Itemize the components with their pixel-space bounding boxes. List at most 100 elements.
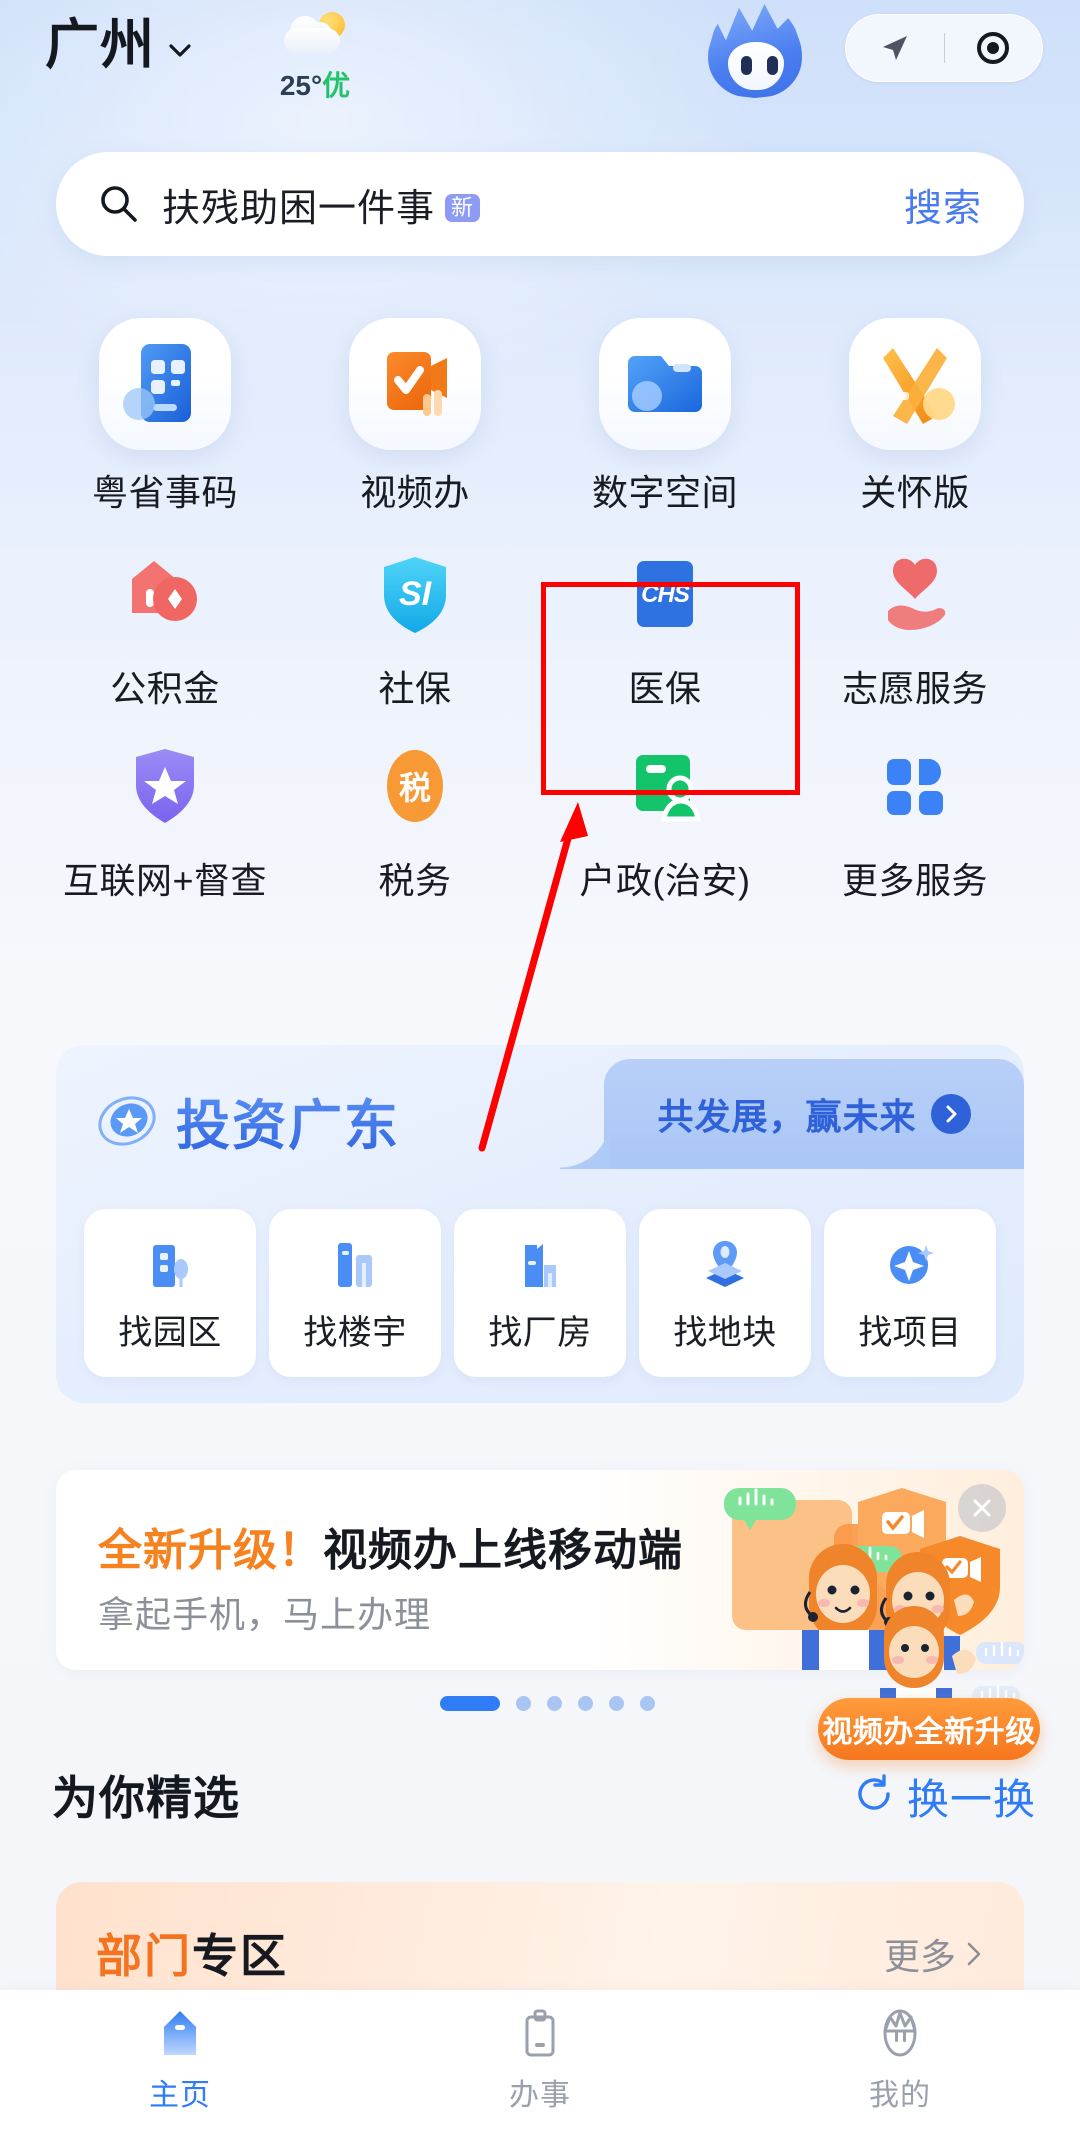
search-icon <box>98 183 140 225</box>
carousel-dot[interactable] <box>516 1696 531 1711</box>
service-item-supervision[interactable]: 互联网+督查 <box>40 738 290 904</box>
svg-text:CHS: CHS <box>641 581 690 608</box>
department-more-label: 更多 <box>883 1936 956 1977</box>
service-item-label: 税务 <box>378 860 452 901</box>
department-title-orange: 部门 <box>96 1930 192 1982</box>
invest-guangdong-card[interactable]: 共发展，赢未来 投资广东 找园区 找楼宇 找厂房 找地块 找项目 <box>56 1045 1024 1403</box>
tab-services[interactable]: 办事 <box>360 2004 720 2114</box>
invest-item-land[interactable]: 找地块 <box>639 1209 811 1377</box>
refresh-icon <box>853 1773 895 1820</box>
invest-title: 投资广东 <box>176 1081 400 1160</box>
digital-folder-icon <box>599 318 731 450</box>
invest-item-project[interactable]: 找项目 <box>824 1209 996 1377</box>
chs-medical-insurance-icon: CHS <box>617 546 713 642</box>
service-item-volunteer[interactable]: 志愿服务 <box>790 546 1040 712</box>
search-button[interactable]: 搜索 <box>904 177 982 232</box>
tab-profile[interactable]: 我的 <box>720 2004 1080 2114</box>
invest-tab-label: 共发展，赢未来 <box>657 1096 917 1137</box>
service-item-tax[interactable]: 税 税务 <box>290 738 540 904</box>
department-more-button[interactable]: 更多 <box>884 1928 984 1980</box>
close-icon[interactable] <box>958 1484 1006 1532</box>
service-item-label: 公积金 <box>110 668 220 709</box>
header: 广州 25°优 <box>0 0 1080 115</box>
promo-float-badge-label: 视频办全新升级 <box>822 1716 1036 1749</box>
carousel-dot[interactable] <box>640 1696 655 1711</box>
service-item-label: 医保 <box>628 668 702 709</box>
invest-item-label: 找厂房 <box>488 1313 592 1352</box>
city-name: 广州 <box>45 15 155 75</box>
mascot-avatar-icon[interactable] <box>700 2 810 110</box>
profile-mascot-icon <box>871 2004 929 2062</box>
invest-item-factory[interactable]: 找厂房 <box>454 1209 626 1377</box>
office-tower-icon <box>324 1233 386 1295</box>
service-grid-row-3: 互联网+督查 税 税务 户政(治安) 更多服务 <box>40 738 1040 904</box>
service-item-label: 互联网+督查 <box>62 860 268 901</box>
service-item-careversion[interactable]: 关怀版 <box>790 318 1040 520</box>
home-icon <box>151 2004 209 2062</box>
chevron-right-icon <box>967 1942 981 1966</box>
park-building-icon <box>139 1233 201 1295</box>
page-section-title: 为你精选 <box>52 1772 240 1824</box>
refresh-label: 换一换 <box>906 1776 1036 1823</box>
bottom-tab-bar: 主页 办事 我的 <box>0 1990 1080 2142</box>
carousel-dot-active[interactable] <box>440 1696 500 1711</box>
service-grid-row-2: 公积金 SI 社保 CHS 医保 志愿服务 <box>40 546 1040 712</box>
promo-subtitle: 拿起手机，马上办理 <box>98 1594 432 1635</box>
invest-items: 找园区 找楼宇 找厂房 找地块 找项目 <box>84 1209 996 1377</box>
service-item-label: 户政(治安) <box>579 860 751 901</box>
svg-text:税: 税 <box>399 770 431 806</box>
weather-widget[interactable]: 25°优 <box>255 10 375 104</box>
refresh-button[interactable]: 换一换 <box>853 1766 1036 1827</box>
service-item-household[interactable]: 户政(治安) <box>540 738 790 904</box>
chevron-right-circle-icon <box>930 1094 971 1134</box>
service-grid: 粤省事码 视频办 数字空间 关怀版 公积金 SI 社保 CHS 医保 志愿服务 … <box>40 318 1040 904</box>
clipboard-icon <box>511 2004 569 2062</box>
city-selector[interactable]: 广州 <box>45 18 193 72</box>
search-input[interactable]: 扶残助困一件事新 <box>162 177 481 232</box>
service-item-label: 视频办 <box>360 472 470 513</box>
navigate-arrow-icon[interactable] <box>846 15 944 81</box>
care-ribbon-icon <box>849 318 981 450</box>
tab-services-label: 办事 <box>509 2079 571 2112</box>
service-item-label: 数字空间 <box>591 472 738 513</box>
service-item-label: 社保 <box>378 668 452 709</box>
record-target-icon[interactable] <box>945 15 1043 81</box>
invest-tab-banner[interactable]: 共发展，赢未来 <box>560 1059 1024 1169</box>
service-item-ysscode[interactable]: 粤省事码 <box>40 318 290 520</box>
app-root: 广州 25°优 扶残助困一件事 新 搜索 粤省事码 视频办 数字空间 关怀版 公… <box>0 0 1080 2142</box>
tab-profile-label: 我的 <box>869 2079 931 2112</box>
video-service-icon <box>349 318 481 450</box>
carousel-dots[interactable] <box>440 1696 655 1711</box>
tab-home[interactable]: 主页 <box>0 2004 360 2114</box>
miniprogram-capsule[interactable] <box>845 14 1043 82</box>
promo-float-badge[interactable]: 视频办全新升级 <box>818 1698 1040 1760</box>
invest-swirl-logo-icon <box>96 1090 158 1152</box>
service-item-moreservices[interactable]: 更多服务 <box>790 738 1040 904</box>
carousel-dot[interactable] <box>609 1696 624 1711</box>
invest-item-label: 找楼宇 <box>303 1313 407 1352</box>
invest-item-label: 找园区 <box>118 1313 222 1352</box>
partly-cloudy-icon <box>282 10 348 62</box>
invest-item-park[interactable]: 找园区 <box>84 1209 256 1377</box>
service-item-label: 更多服务 <box>841 860 988 901</box>
grid-more-icon <box>867 738 963 834</box>
service-item-medicalinsurance[interactable]: CHS 医保 <box>540 546 790 712</box>
service-item-label: 志愿服务 <box>841 668 988 709</box>
invest-item-building[interactable]: 找楼宇 <box>269 1209 441 1377</box>
service-item-videoban[interactable]: 视频办 <box>290 318 540 520</box>
svg-text:SI: SI <box>399 575 433 613</box>
service-item-digitalspace[interactable]: 数字空间 <box>540 318 790 520</box>
weather-air-quality: 优 <box>322 70 351 101</box>
promo-title: 全新升级！视频办上线移动端 <box>98 1514 683 1578</box>
carousel-dot[interactable] <box>547 1696 562 1711</box>
qr-code-card-icon <box>99 318 231 450</box>
service-item-label: 粤省事码 <box>91 472 238 513</box>
carousel-dot[interactable] <box>578 1696 593 1711</box>
chevron-down-icon <box>167 38 193 64</box>
department-zone-title: 部门专区 <box>96 1920 288 1986</box>
service-item-housingfund[interactable]: 公积金 <box>40 546 290 712</box>
search-bar[interactable]: 扶残助困一件事新 搜索 <box>56 152 1024 256</box>
service-item-socialinsurance[interactable]: SI 社保 <box>290 546 540 712</box>
weather-temperature: 25° <box>279 70 323 101</box>
heart-hand-icon <box>867 546 963 642</box>
